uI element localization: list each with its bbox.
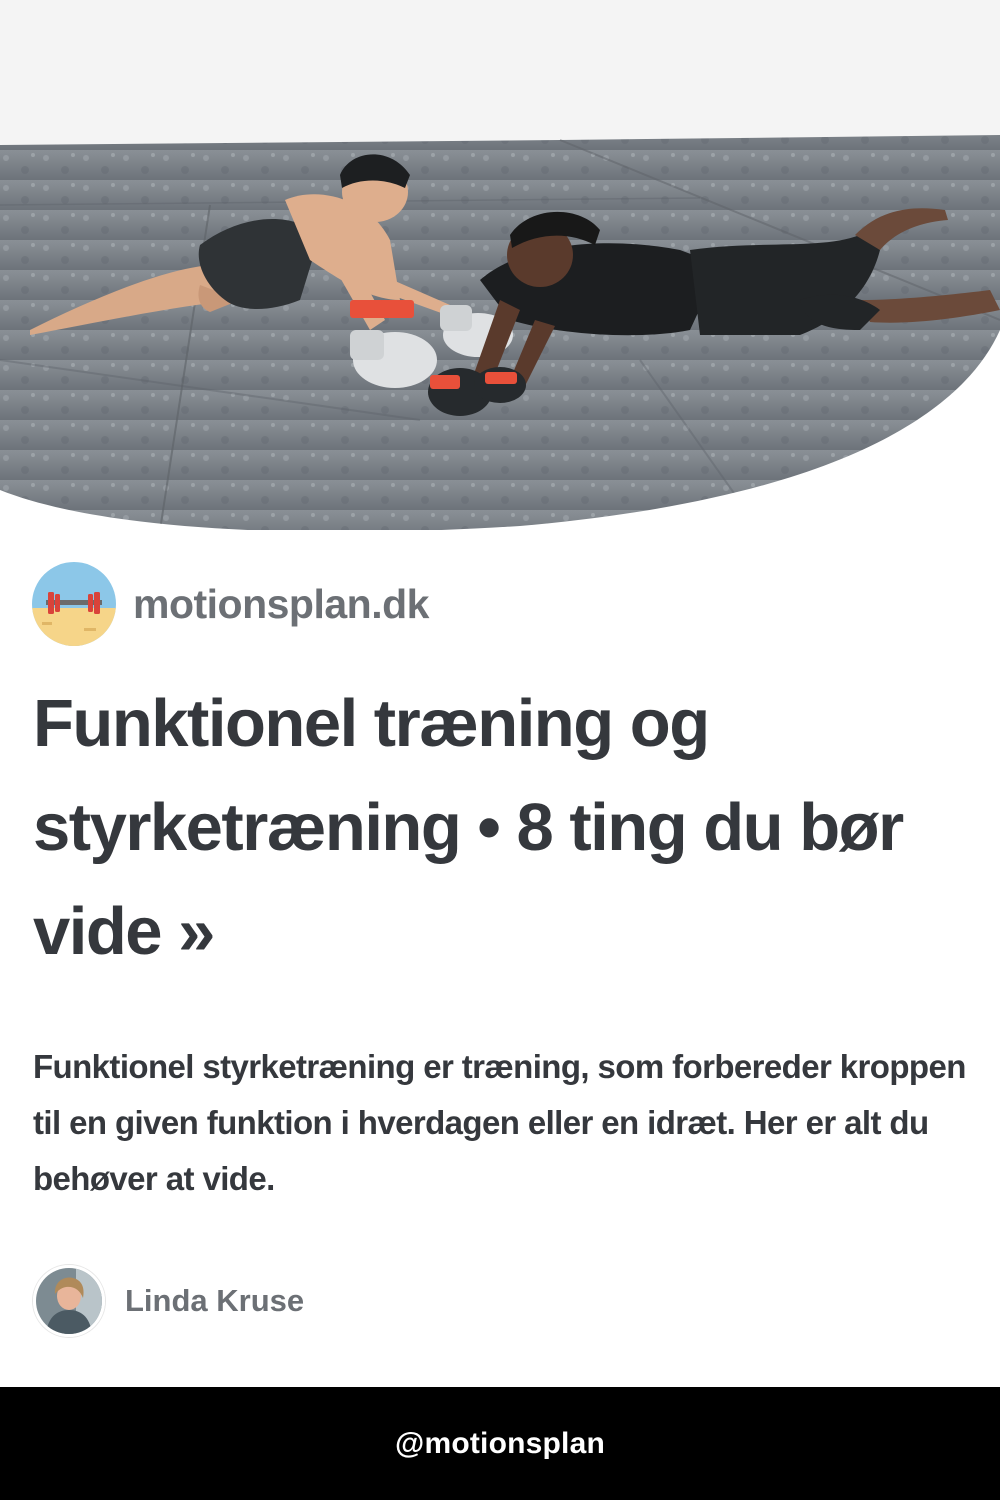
site-name[interactable]: motionsplan.dk xyxy=(133,581,429,628)
author-name[interactable]: Linda Kruse xyxy=(125,1283,304,1319)
article-description: Funktionel styrketræning er træning, som… xyxy=(33,1048,966,1197)
author[interactable]: Linda Kruse xyxy=(33,1265,304,1337)
article-title[interactable]: Funktionel træning og styrketræning • 8 … xyxy=(33,672,963,984)
footer-bar: @motionsplan xyxy=(0,1387,1000,1500)
author-avatar-icon xyxy=(33,1265,105,1337)
hero-image[interactable] xyxy=(0,0,1000,530)
site-header[interactable]: motionsplan.dk xyxy=(32,562,429,646)
pin-card: motionsplan.dk Funktionel træning og sty… xyxy=(0,0,1000,1500)
footer-handle[interactable]: @motionsplan xyxy=(395,1427,605,1461)
boxing-photo xyxy=(0,0,1000,530)
dumbbell-beach-logo-icon xyxy=(32,562,116,646)
